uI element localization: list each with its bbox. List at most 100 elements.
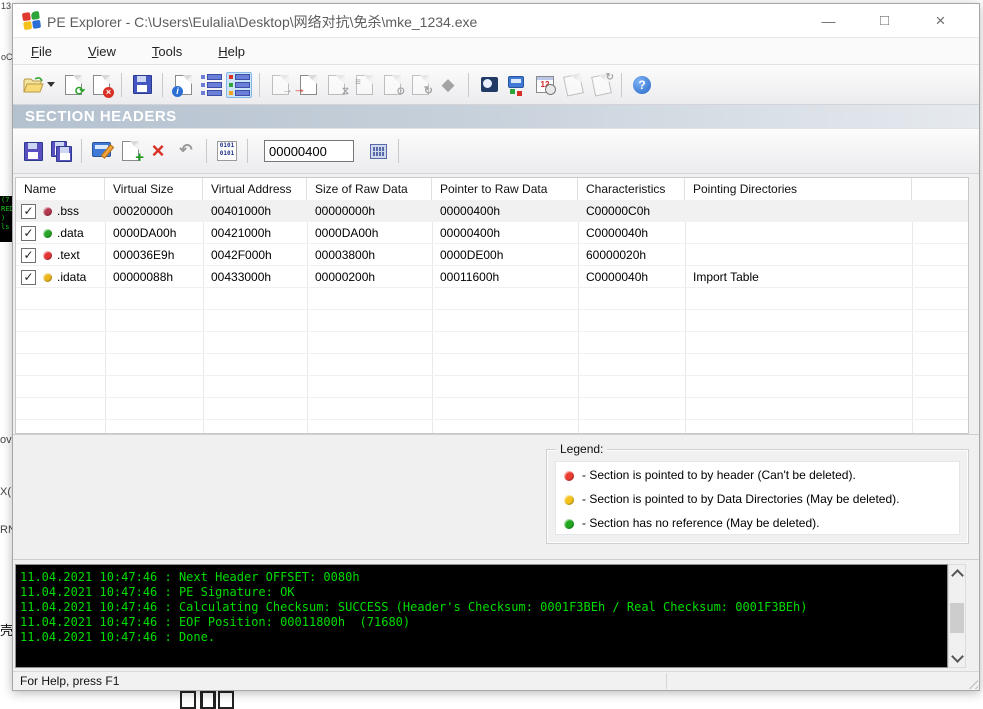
menu-tools[interactable]: Tools [142,41,192,62]
table-row-data[interactable]: ✓ .data 0000DA00h 00421000h 0000DA00h 00… [16,222,968,244]
open-file-dropdown-icon[interactable] [47,82,55,87]
background-glyph-fragment [218,691,234,709]
disassembler-button[interactable] [476,72,502,98]
digital-signature-button[interactable] [560,72,586,98]
cell-pointing-directories [685,244,912,266]
cell-size-raw: 00000200h [315,270,376,284]
table-row-text[interactable]: ✓ .text 000036E9h 0042F000h 00003800h 00… [16,244,968,266]
col-size-raw[interactable]: Size of Raw Data [307,178,432,200]
section-checkbox[interactable]: ✓ [21,248,36,263]
split-view-button[interactable]: ◆ [435,72,461,98]
resource-view-button[interactable]: ≡ [351,72,377,98]
close-button[interactable]: × [918,4,963,37]
cell-characteristics: C00000C0h [586,204,651,218]
dependency-scanner-button[interactable] [504,72,530,98]
status-divider [666,673,667,689]
update-view-button[interactable]: ↻ [407,72,433,98]
scroll-down-icon[interactable] [951,650,964,663]
log-line: 11.04.2021 10:47:46 : Calculating Checks… [20,600,808,614]
menu-bar: File View Tools Help [13,37,979,64]
resize-grip[interactable] [965,676,978,689]
delete-icon: × [151,138,165,163]
background-glyph-fragment [200,691,216,709]
cell-characteristics: C0000040h [586,226,649,240]
menu-view[interactable]: View [78,41,126,62]
minimize-button[interactable]: — [806,4,851,37]
export-data-button[interactable]: → [267,72,293,98]
col-pointer-raw[interactable]: Pointer to Raw Data [432,178,578,200]
save-section-icon [23,141,43,161]
headers-view-button[interactable] [198,72,224,98]
save-all-sections-button[interactable] [48,138,74,164]
page-title: SECTION HEADERS [13,105,979,128]
open-file-button[interactable] [20,72,46,98]
main-toolbar: ⟳ × i → → ⧖ ≡ ⊙ ↻ ◆ 12 ↻ ? [13,64,979,105]
verify-signature-button[interactable]: ↻ [588,72,614,98]
cell-pointer-raw: 00011600h [440,270,500,284]
background-glyph-fragment [180,691,196,709]
section-name: .bss [57,204,80,218]
col-pointing-directories[interactable]: Pointing Directories [685,178,912,200]
legend-panel: - Section is pointed to by header (Can't… [555,461,960,535]
help-button[interactable]: ? [629,72,655,98]
table-row-idata[interactable]: ✓ .idata 00000088h 00433000h 00000200h 0… [16,266,968,288]
binary-icon: 0101 0101 [217,141,237,161]
cell-virtual-address: 00421000h [211,226,272,240]
file-info-button[interactable]: i [170,72,196,98]
legend-text: - Section is pointed to by Data Director… [582,492,900,506]
add-section-button[interactable]: + [117,138,144,165]
scroll-up-icon[interactable] [951,569,964,582]
undo-button[interactable]: ↶ [173,138,199,164]
horizontal-splitter[interactable] [13,434,979,438]
col-name[interactable]: Name [16,178,105,200]
cell-size-raw: 00003800h [315,248,376,262]
window-title: PE Explorer - C:\Users\Eulalia\Desktop\网… [47,14,478,30]
log-line: 11.04.2021 10:47:46 : Next Header OFFSET… [20,570,360,584]
section-name: .data [57,226,84,240]
section-checkbox[interactable]: ✓ [21,226,36,241]
maximize-button[interactable]: □ [862,4,907,37]
close-file-button[interactable]: × [88,72,114,98]
console-splitter[interactable] [13,559,979,563]
log-line: 11.04.2021 10:47:46 : EOF Position: 0001… [20,615,411,629]
offset-input[interactable] [264,140,354,162]
col-virtual-address[interactable]: Virtual Address [203,178,307,200]
col-characteristics[interactable]: Characteristics [578,178,685,200]
legend-item: - Section is pointed to by Data Director… [556,489,959,510]
reload-file-button[interactable]: ⟳ [60,72,86,98]
section-checkbox[interactable]: ✓ [21,204,36,219]
section-headers-icon [228,73,250,96]
section-checkbox[interactable]: ✓ [21,270,36,285]
save-section-button[interactable] [20,138,46,164]
delete-section-button[interactable]: × [145,138,171,164]
cell-pointer-raw: 00000400h [440,226,501,240]
exclude-data-button[interactable]: ⧖ [323,72,349,98]
cell-pointing-directories: Import Table [693,270,759,284]
app-icon [21,10,42,31]
open-folder-icon [23,76,44,92]
col-virtual-size[interactable]: Virtual Size [105,178,203,200]
cell-virtual-size: 00020000h [113,204,174,218]
edit-section-button[interactable] [89,138,115,164]
save-file-button[interactable] [129,72,155,98]
dependency-icon [508,75,526,96]
scrollbar-thumb[interactable] [950,603,964,633]
menu-help[interactable]: Help [208,41,255,62]
table-row-bss[interactable]: ✓ .bss 00020000h 00401000h 00000000h 000… [16,200,968,222]
menu-file[interactable]: File [21,41,62,62]
section-headers-view-button[interactable] [226,71,252,98]
col-filler [912,178,968,200]
title-bar[interactable]: PE Explorer - C:\Users\Eulalia\Desktop\网… [13,4,979,37]
help-icon: ? [633,75,651,94]
cell-characteristics: 60000020h [586,248,647,262]
import-data-button[interactable]: → [293,72,321,98]
binary-view-button[interactable]: 0101 0101 [214,138,240,164]
calculator-button[interactable] [365,138,391,164]
cell-virtual-address: 00433000h [211,270,272,284]
headers-tree-icon [200,73,222,96]
apply-changes-button[interactable]: ⊙ [379,72,405,98]
background-left-strip: 13 oC (7 RED ) ls ov X( RN 壳 [0,0,16,701]
section-table: Name Virtual Size Virtual Address Size o… [15,177,969,434]
console-scrollbar[interactable] [948,564,966,668]
time-date-stamps-button[interactable]: 12 [532,72,558,98]
